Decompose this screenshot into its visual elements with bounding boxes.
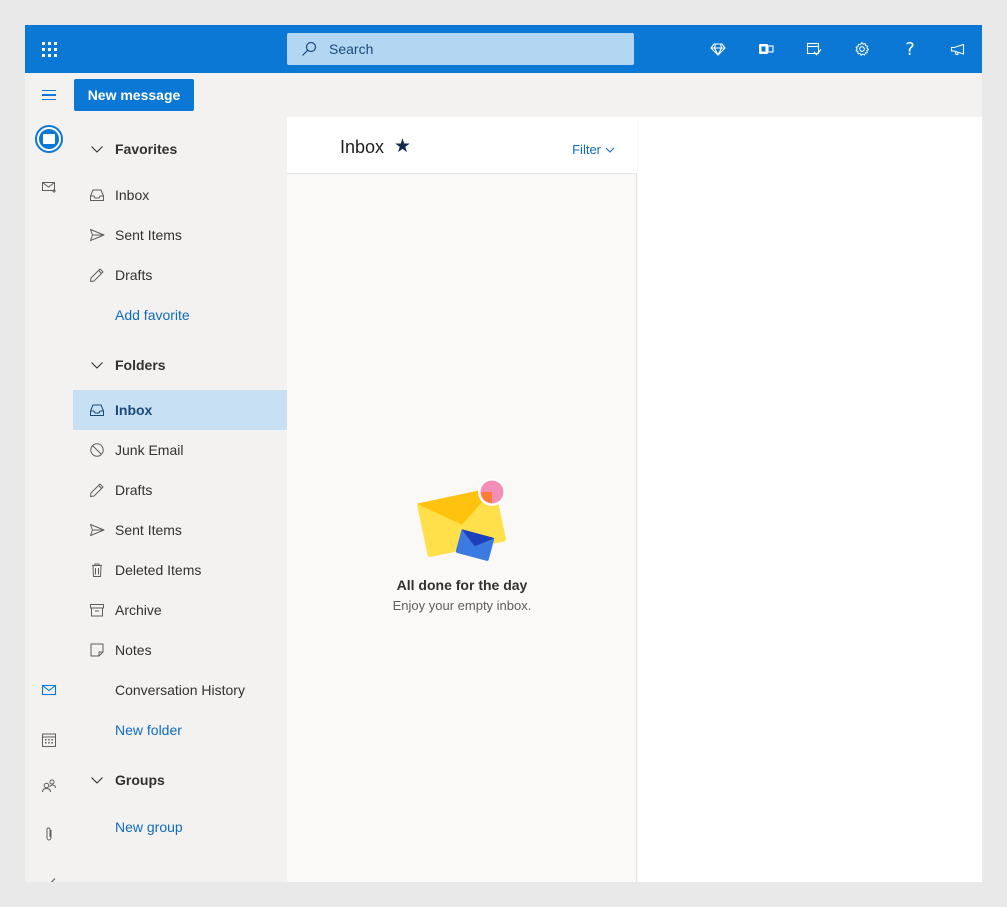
- folder-item-archive[interactable]: Archive: [73, 590, 287, 630]
- command-bar: New message: [25, 73, 982, 117]
- megaphone-icon: [950, 43, 965, 55]
- app-launcher-button[interactable]: [25, 25, 73, 73]
- note-icon: [89, 642, 105, 658]
- hamburger-icon: [42, 89, 56, 92]
- chevron-down-icon: [605, 147, 615, 153]
- search-icon: [302, 41, 317, 56]
- folder-item-label: Conversation History: [115, 682, 245, 698]
- send-icon: [89, 522, 105, 538]
- folder-item-inbox[interactable]: Inbox: [73, 390, 287, 430]
- rail-files-button[interactable]: [25, 812, 73, 856]
- new-group-link[interactable]: New group: [73, 807, 287, 847]
- rail-calendar-button[interactable]: [25, 718, 73, 762]
- help-button[interactable]: ?: [886, 25, 934, 73]
- folder-pane: Favorites Inbox Sent Items Drafts Add fa…: [73, 117, 287, 882]
- settings-button[interactable]: [838, 25, 886, 73]
- favorite-item-drafts[interactable]: Drafts: [73, 255, 287, 295]
- other-mail-button[interactable]: [25, 165, 73, 209]
- my-day-button[interactable]: [790, 25, 838, 73]
- top-bar-actions: ?: [694, 25, 982, 73]
- add-favorite-link[interactable]: Add favorite: [73, 295, 287, 335]
- app-rail: [25, 117, 73, 882]
- chevron-down-icon: [89, 141, 105, 157]
- folder-item-deleted[interactable]: Deleted Items: [73, 550, 287, 590]
- empty-inbox-illustration: [416, 478, 506, 561]
- folder-item-label: Deleted Items: [115, 562, 202, 578]
- new-message-button[interactable]: New message: [74, 79, 194, 111]
- search-placeholder: Search: [329, 41, 374, 57]
- folder-item-notes[interactable]: Notes: [73, 630, 287, 670]
- rail-todo-button[interactable]: [25, 860, 73, 882]
- outlook-app-button[interactable]: [25, 117, 73, 161]
- gear-icon: [855, 42, 869, 56]
- mail-icon: [41, 684, 57, 696]
- premium-button[interactable]: [694, 25, 742, 73]
- favorites-label: Favorites: [115, 141, 178, 157]
- chevron-down-icon: [89, 357, 105, 373]
- new-folder-link[interactable]: New folder: [73, 710, 287, 750]
- favorite-star-icon[interactable]: ★: [394, 135, 411, 157]
- filter-label: Filter: [572, 142, 601, 157]
- new-folder-label: New folder: [115, 722, 182, 738]
- folders-section-header[interactable]: Folders: [73, 345, 287, 385]
- folder-item-label: Archive: [115, 602, 162, 618]
- favorites-section-header[interactable]: Favorites: [73, 129, 287, 169]
- help-icon: ?: [905, 38, 915, 60]
- feedback-button[interactable]: [934, 25, 982, 73]
- folder-item-label: Inbox: [115, 402, 153, 418]
- send-icon: [89, 227, 105, 243]
- empty-state-title: All done for the day: [396, 577, 528, 593]
- top-bar: Search ?: [25, 25, 982, 73]
- outlook-app: Search ? New message Favorites Inbox Sen…: [25, 25, 982, 882]
- folder-item-sent[interactable]: Sent Items: [73, 510, 287, 550]
- favorite-item-label: Drafts: [115, 267, 153, 283]
- inbox-icon: [89, 187, 105, 203]
- groups-label: Groups: [115, 772, 165, 788]
- pencil-icon: [89, 267, 105, 283]
- folder-item-label: Notes: [115, 642, 152, 658]
- folder-item-label: Drafts: [115, 482, 153, 498]
- list-title: Inbox: [340, 137, 385, 157]
- filter-button[interactable]: Filter: [572, 142, 615, 157]
- folder-item-label: Sent Items: [115, 522, 182, 538]
- reading-pane: [638, 117, 982, 882]
- waffle-icon: [41, 41, 57, 57]
- favorite-item-label: Inbox: [115, 187, 150, 203]
- new-group-label: New group: [115, 819, 183, 835]
- chevron-down-icon: [89, 772, 105, 788]
- folder-item-label: Junk Email: [115, 442, 184, 458]
- favorite-item-inbox[interactable]: Inbox: [73, 175, 287, 215]
- calendar-check-icon: [806, 42, 822, 56]
- people-icon: [42, 779, 56, 793]
- add-favorite-label: Add favorite: [115, 307, 190, 323]
- folder-item-drafts[interactable]: Drafts: [73, 470, 287, 510]
- trash-icon: [89, 562, 105, 578]
- search-box[interactable]: Search: [287, 33, 634, 65]
- folders-label: Folders: [115, 357, 166, 373]
- office-apps-button[interactable]: [742, 25, 790, 73]
- inbox-icon: [89, 402, 105, 418]
- blocked-icon: [89, 442, 105, 458]
- archive-icon: [89, 602, 105, 618]
- navigation-toggle[interactable]: [37, 84, 61, 106]
- message-list-header: Inbox ★ Filter: [287, 117, 637, 174]
- favorite-item-sent[interactable]: Sent Items: [73, 215, 287, 255]
- mail-add-icon: [42, 182, 56, 193]
- rail-people-button[interactable]: [25, 764, 73, 808]
- message-list: Inbox ★ Filter All done for the day Enjo…: [287, 117, 637, 882]
- pencil-icon: [89, 482, 105, 498]
- paperclip-icon: [46, 827, 52, 841]
- diamond-icon: [710, 43, 726, 56]
- calendar-icon: [42, 733, 56, 747]
- folder-item-conversation-history[interactable]: Conversation History: [73, 670, 287, 710]
- office-icon: [759, 44, 774, 54]
- outlook-logo-icon: [35, 125, 63, 153]
- rail-mail-button[interactable]: [25, 668, 73, 712]
- todo-check-icon: [50, 878, 56, 882]
- folder-item-junk[interactable]: Junk Email: [73, 430, 287, 470]
- favorite-item-label: Sent Items: [115, 227, 182, 243]
- empty-state-subtitle: Enjoy your empty inbox.: [392, 598, 532, 613]
- groups-section-header[interactable]: Groups: [73, 760, 287, 800]
